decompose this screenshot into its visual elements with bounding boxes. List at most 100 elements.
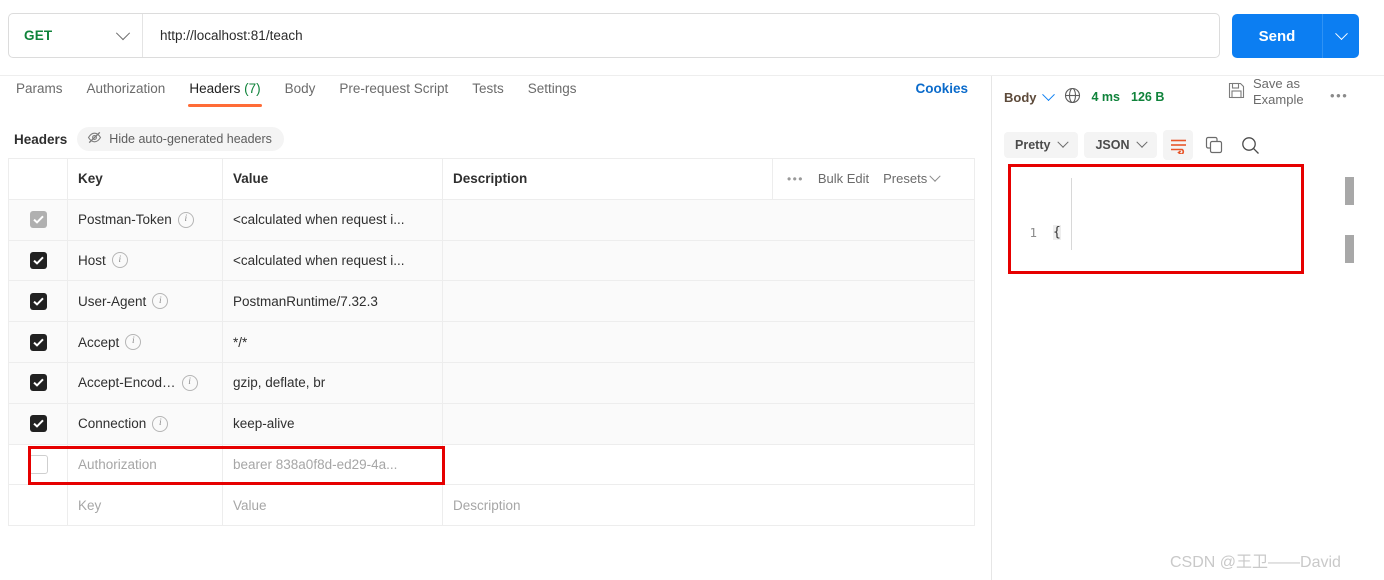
cookies-link[interactable]: Cookies	[915, 81, 968, 96]
table-row[interactable]: Postman-Token i <calculated when request…	[9, 199, 974, 241]
code-line-text: {	[1053, 221, 1061, 245]
panel-splitter[interactable]	[991, 76, 992, 580]
row-description-cell[interactable]	[443, 322, 974, 362]
table-row[interactable]: Connection i keep-alive	[9, 403, 974, 445]
row-checkbox[interactable]	[29, 211, 47, 229]
row-description-cell[interactable]	[443, 241, 974, 281]
row-value-cell[interactable]: */*	[223, 322, 443, 362]
response-body-viewer[interactable]: 1 { 2 "msg": "未授权", 3 "code": "UNAUTHORI…	[1008, 164, 1304, 274]
info-icon[interactable]: i	[111, 252, 128, 269]
response-body-code[interactable]: 1 { 2 "msg": "未授权", 3 "code": "UNAUTHORI…	[1011, 167, 1301, 271]
row-value-cell[interactable]: <calculated when request i...	[223, 199, 443, 240]
tab-pre-request-script[interactable]: Pre-request Script	[327, 78, 460, 110]
presets-dropdown[interactable]: Presets	[883, 170, 941, 186]
row-value-cell[interactable]: PostmanRuntime/7.32.3	[223, 281, 443, 322]
chevron-down-icon	[1334, 26, 1348, 40]
row-checkbox-cell[interactable]	[9, 362, 68, 403]
row-checkbox[interactable]	[29, 251, 47, 269]
header-cell-key: Key	[68, 159, 223, 199]
row-key-cell[interactable]: Authorization	[68, 444, 223, 485]
scrollbar-thumb[interactable]	[1345, 235, 1354, 263]
row-key-cell[interactable]: Accept i	[68, 322, 223, 362]
save-as-example-button[interactable]: Save as Example	[1228, 76, 1316, 108]
table-row-empty[interactable]: Key Value Description	[9, 485, 974, 527]
eye-slash-icon	[87, 131, 102, 147]
row-checkbox-cell[interactable]	[9, 240, 68, 281]
row-description-cell[interactable]	[443, 200, 974, 240]
response-format-dropdown[interactable]: Pretty	[1004, 132, 1079, 158]
response-language-label: JSON	[1095, 138, 1130, 152]
tab-label: Pre-request Script	[339, 81, 449, 96]
send-options-dropdown[interactable]	[1323, 14, 1359, 58]
row-checkbox-cell[interactable]	[9, 322, 68, 362]
row-description-cell[interactable]	[443, 281, 974, 321]
url-shell: GET	[8, 13, 1220, 58]
hide-auto-generated-headers-button[interactable]: Hide auto-generated headers	[77, 127, 284, 151]
table-row[interactable]: Accept i */*	[9, 322, 974, 363]
table-row[interactable]: User-Agent i PostmanRuntime/7.32.3	[9, 281, 974, 323]
response-meta-bar: Body 4 ms 126 B	[1004, 82, 1164, 112]
tab-tests[interactable]: Tests	[460, 78, 516, 110]
search-icon[interactable]	[1235, 130, 1265, 160]
send-button[interactable]: Send	[1232, 14, 1323, 58]
row-checkbox[interactable]	[29, 374, 47, 392]
tab-body[interactable]: Body	[273, 78, 328, 110]
http-method-label: GET	[24, 28, 53, 43]
response-more-options-icon[interactable]: •••	[1330, 88, 1348, 103]
send-button-group[interactable]: Send	[1232, 14, 1359, 58]
row-value-cell[interactable]: <calculated when request i...	[223, 240, 443, 281]
response-language-dropdown[interactable]: JSON	[1084, 132, 1158, 158]
tab-label: Authorization	[86, 81, 166, 96]
row-checkbox-cell[interactable]	[9, 281, 68, 322]
info-icon[interactable]: i	[125, 334, 142, 351]
row-checkbox-cell[interactable]	[9, 199, 68, 240]
info-icon[interactable]: i	[152, 293, 169, 310]
row-key-placeholder[interactable]: Key	[68, 485, 223, 526]
row-key-cell[interactable]: Connection i	[68, 403, 223, 444]
tab-params[interactable]: Params	[4, 78, 75, 110]
url-input[interactable]	[143, 15, 1219, 56]
row-description-cell[interactable]	[443, 445, 974, 485]
info-icon[interactable]: i	[152, 415, 169, 432]
row-description-placeholder[interactable]: Description	[443, 485, 974, 525]
response-view-dropdown[interactable]: Body	[1004, 87, 1055, 105]
globe-icon[interactable]	[1064, 87, 1081, 107]
row-checkbox[interactable]	[28, 454, 48, 474]
row-checkbox[interactable]	[29, 292, 47, 310]
chevron-down-icon	[929, 170, 941, 182]
row-description-cell[interactable]	[443, 404, 974, 444]
row-checkbox-cell[interactable]	[9, 403, 68, 444]
row-checkbox-cell[interactable]	[9, 444, 68, 485]
tab-headers[interactable]: Headers (7)	[177, 78, 272, 110]
row-checkbox[interactable]	[29, 333, 47, 351]
row-description-cell[interactable]	[443, 363, 974, 403]
copy-icon[interactable]	[1199, 130, 1229, 160]
info-icon[interactable]: i	[177, 211, 194, 228]
row-value-cell[interactable]: gzip, deflate, br	[223, 362, 443, 403]
row-key-cell[interactable]: User-Agent i	[68, 281, 223, 322]
http-method-dropdown[interactable]: GET	[9, 14, 143, 57]
row-value-cell[interactable]: keep-alive	[223, 403, 443, 444]
row-key-text: Accept-Encod…	[78, 375, 176, 391]
tab-settings[interactable]: Settings	[516, 78, 589, 110]
row-value-cell[interactable]: bearer 838a0f8d-ed29-4a...	[223, 444, 443, 485]
row-key-cell[interactable]: Host i	[68, 240, 223, 281]
table-row-authorization[interactable]: Authorization bearer 838a0f8d-ed29-4a...	[9, 444, 974, 486]
table-row[interactable]: Accept-Encod… i gzip, deflate, br	[9, 362, 974, 404]
response-scrollbar[interactable]	[1345, 165, 1354, 275]
table-row[interactable]: Host i <calculated when request i...	[9, 240, 974, 282]
row-key-cell[interactable]: Postman-Token i	[68, 199, 223, 240]
chevron-down-icon	[115, 25, 131, 40]
bulk-edit-button[interactable]: Bulk Edit	[818, 171, 869, 186]
row-key-cell[interactable]: Accept-Encod… i	[68, 362, 223, 403]
row-checkbox[interactable]	[29, 415, 47, 433]
tab-authorization[interactable]: Authorization	[75, 78, 178, 110]
header-divider	[0, 75, 1384, 76]
scrollbar-thumb[interactable]	[1345, 177, 1354, 205]
more-options-icon[interactable]: •••	[787, 172, 804, 186]
save-icon	[1228, 82, 1245, 103]
row-value-placeholder[interactable]: Value	[223, 485, 443, 526]
response-format-label: Pretty	[1015, 138, 1051, 152]
info-icon[interactable]: i	[181, 374, 198, 391]
word-wrap-icon[interactable]	[1163, 130, 1194, 160]
